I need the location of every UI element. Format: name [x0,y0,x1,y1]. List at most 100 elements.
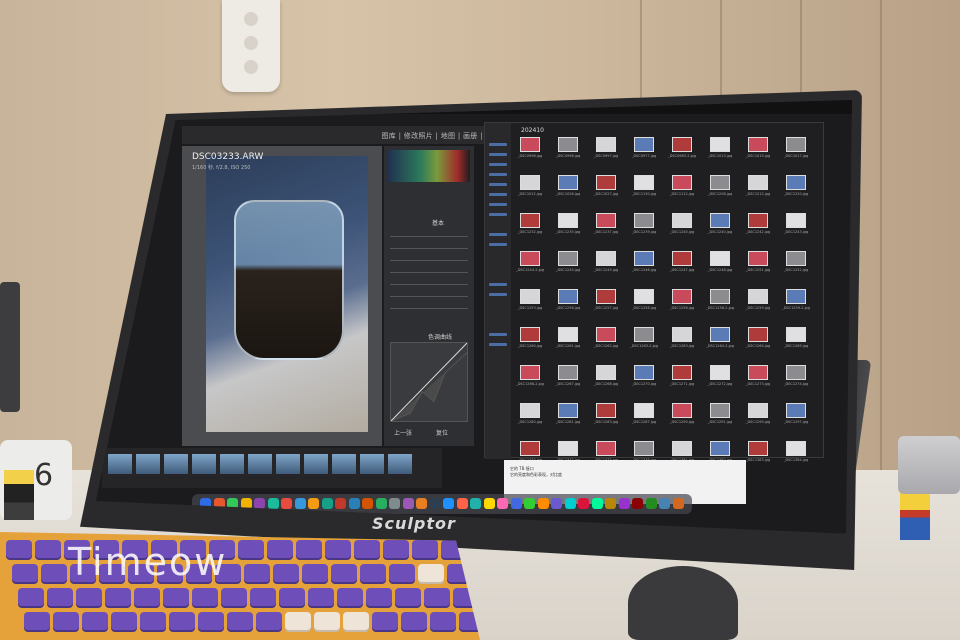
filmstrip-thumb[interactable] [164,454,188,474]
finder-file[interactable]: _DSC1013.jpg [707,137,733,163]
dock-app-icon[interactable] [281,498,292,509]
dock-app-icon[interactable] [348,498,360,509]
dock-app-icon[interactable] [294,498,306,509]
finder-file[interactable]: _DSC1263-2.jpg [630,327,658,353]
finder-file[interactable]: _DSC1267.jpg [555,365,581,391]
finder-file[interactable]: _DSC1208.jpg [707,175,733,201]
finder-file[interactable]: _DSC1017.jpg [783,137,809,163]
finder-file[interactable]: _DSC1246.jpg [631,251,657,277]
finder-file[interactable]: _DSC1264.jpg [745,327,771,353]
finder-file[interactable]: _DSC0977.jpg [631,137,657,163]
dock-app-icon[interactable] [510,498,522,509]
dock-app-icon[interactable] [416,498,427,509]
dock-app-icon[interactable] [537,498,549,509]
dock-app-icon[interactable] [443,498,454,509]
finder-file[interactable]: _DSC1247.jpg [669,251,695,277]
finder-file[interactable]: _DSC1266-2.jpg [516,365,544,391]
filmstrip-thumb[interactable] [220,454,244,474]
finder-file[interactable]: _DSC1273.jpg [745,365,771,391]
finder-file[interactable]: _DSC1252.jpg [783,251,809,277]
dock-app-icon[interactable] [429,498,441,509]
finder-file[interactable]: _DSC1239.jpg [631,213,657,239]
slider[interactable] [390,284,468,285]
slider[interactable] [390,236,468,237]
slider[interactable] [390,260,468,261]
filmstrip-thumb[interactable] [332,454,356,474]
finder-file[interactable]: _DSC0998.jpg [555,137,581,163]
dock-app-icon[interactable] [321,498,333,509]
finder-file[interactable]: _DSC1244-2.jpg [516,251,544,277]
finder-sidebar-item[interactable] [489,283,507,286]
filmstrip-thumb[interactable] [136,454,160,474]
reset-button[interactable]: 复位 [436,428,448,437]
dock-app-icon[interactable] [335,498,346,509]
dock-app-icon[interactable] [618,498,630,509]
dock-app-icon[interactable] [645,498,657,509]
finder-sidebar-item[interactable] [489,243,507,246]
finder-file[interactable]: _DSC1240.jpg [669,213,695,239]
finder-file[interactable]: _DSC1280.jpg [517,403,543,429]
finder-file[interactable]: _DSC1253.jpg [517,289,543,315]
dock-app-icon[interactable] [483,498,495,509]
dock-app-icon[interactable] [267,498,279,509]
slider[interactable] [390,308,468,309]
dock-app-icon[interactable] [659,498,670,509]
filmstrip-thumb[interactable] [248,454,272,474]
finder-sidebar-item[interactable] [489,203,507,206]
finder-file[interactable]: _DSC1263.jpg [669,327,695,353]
finder-file[interactable]: _DSC1027.jpg [593,175,619,201]
finder-file[interactable]: _DSC1281.jpg [555,403,581,429]
finder-sidebar-item[interactable] [489,183,507,186]
finder-file[interactable]: _DSC1260.jpg [517,327,543,353]
finder-file[interactable]: _DSC1026.jpg [555,175,581,201]
dock-app-icon[interactable] [497,498,508,509]
dock-app-icon[interactable] [402,498,414,509]
finder-file[interactable]: _DSC1258-2.jpg [706,289,734,315]
finder-file[interactable]: _DSC1274.jpg [783,365,809,391]
dock-app-icon[interactable] [632,498,643,509]
dock-app-icon[interactable] [578,498,589,509]
finder-sidebar-item[interactable] [489,143,507,146]
finder-file[interactable]: _DSC1112.jpg [669,175,695,201]
finder-file[interactable]: _DSC1383.jpg [745,441,771,467]
finder-file[interactable]: _DSC1242.jpg [745,213,771,239]
slider[interactable] [390,248,468,249]
finder-file[interactable]: _DSC1265.jpg [783,327,809,353]
finder-file[interactable]: _DSC1235.jpg [555,213,581,239]
finder-sidebar-item[interactable] [489,163,507,166]
finder-file[interactable]: _DSC1287.jpg [631,403,657,429]
finder-file[interactable]: _DSC1015.jpg [745,137,771,163]
filmstrip-thumb[interactable] [276,454,300,474]
finder-file[interactable]: _DSC1270.jpg [631,365,657,391]
dock-app-icon[interactable] [470,498,481,509]
filmstrip-thumb[interactable] [388,454,412,474]
finder-file[interactable]: _DSC1283.jpg [593,403,619,429]
dock-app-icon[interactable] [564,498,576,509]
finder-file[interactable]: _DSC0997.jpg [593,137,619,163]
finder-sidebar-item[interactable] [489,233,507,236]
finder-sidebar-item[interactable] [489,213,507,216]
finder-file[interactable]: _DSC1237.jpg [593,213,619,239]
finder-file[interactable]: _DSC1291.jpg [707,403,733,429]
dock-app-icon[interactable] [591,498,603,509]
filmstrip-thumb[interactable] [360,454,384,474]
finder-file[interactable]: _DSC1261.jpg [555,327,581,353]
finder-file[interactable]: _DSC1258.jpg [669,289,695,315]
finder-sidebar-item[interactable] [489,173,507,176]
dock-app-icon[interactable] [524,498,535,509]
slider[interactable] [390,296,468,297]
finder-file[interactable]: _DSC1259.jpg [745,289,771,315]
dock-app-icon[interactable] [456,498,468,509]
finder-file[interactable]: _DSC1258.jpg [631,289,657,315]
filmstrip-thumb[interactable] [192,454,216,474]
finder-file[interactable]: _DSC1297.jpg [783,403,809,429]
finder-file[interactable]: _DSC1271.jpg [669,365,695,391]
finder-sidebar-item[interactable] [489,153,507,156]
finder-file[interactable]: _DSC1012.jpg [517,175,543,201]
dock-app-icon[interactable] [551,498,562,509]
finder-sidebar-item[interactable] [489,193,507,196]
finder-file[interactable]: _DSC0996.jpg [517,137,543,163]
slider[interactable] [390,272,468,273]
filmstrip-thumb[interactable] [108,454,132,474]
finder-file[interactable]: _DSC1272.jpg [707,365,733,391]
